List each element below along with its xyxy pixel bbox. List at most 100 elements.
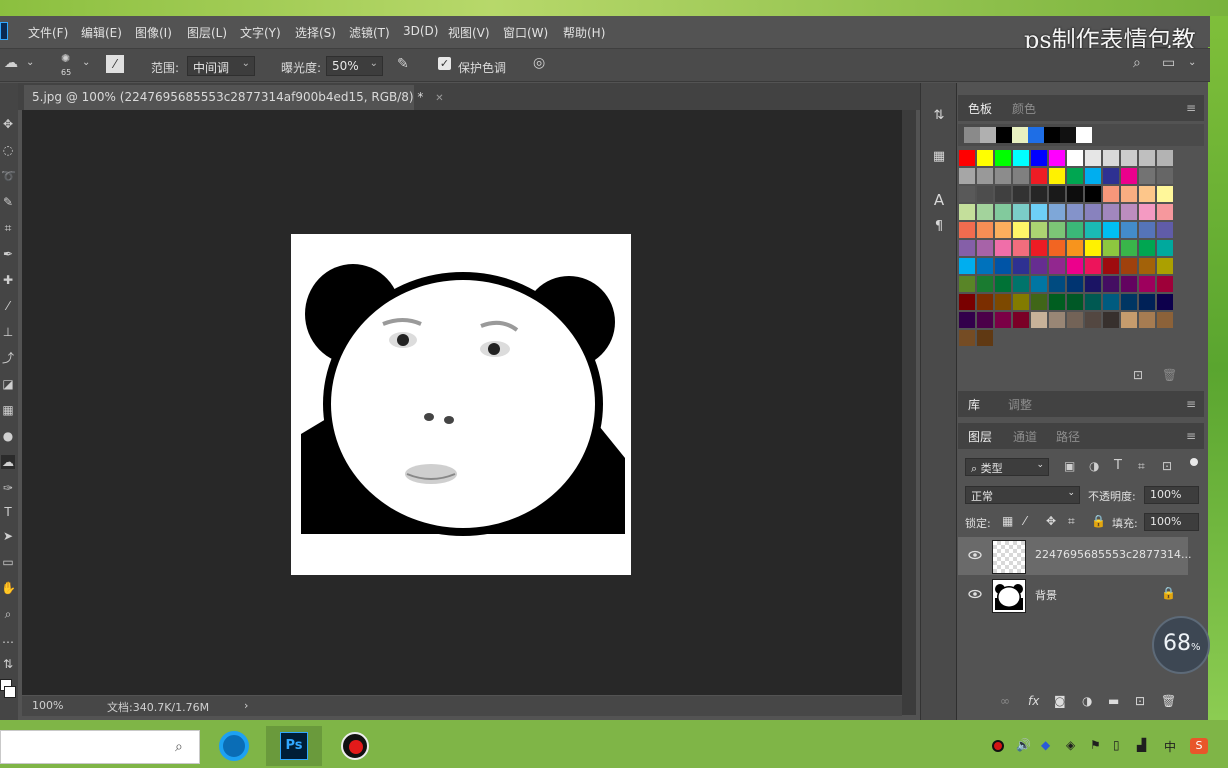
adjustment-layer-icon[interactable]: ◑	[1082, 694, 1092, 708]
color-swatch[interactable]	[1013, 258, 1029, 274]
color-swatch[interactable]	[977, 240, 993, 256]
menu-image[interactable]: 图像(I)	[135, 24, 172, 41]
color-swatch[interactable]	[1157, 204, 1173, 220]
recent-swatch[interactable]	[1060, 127, 1076, 143]
color-swatch[interactable]	[1067, 240, 1083, 256]
color-swatch[interactable]	[1049, 312, 1065, 328]
color-swatch[interactable]	[1049, 222, 1065, 238]
color-swatch[interactable]	[1013, 186, 1029, 202]
exposure-input[interactable]: 50% ⌄	[326, 56, 383, 76]
marquee-tool-icon[interactable]: ◌	[1, 143, 15, 157]
color-swatch[interactable]	[1121, 168, 1137, 184]
zoom-tool-icon[interactable]: ⌕	[1, 607, 15, 621]
color-swatch[interactable]	[977, 150, 993, 166]
hand-tool-icon[interactable]: ✋	[1, 581, 16, 595]
protect-tones-checkbox[interactable]: ✓	[438, 57, 451, 70]
adjustment-layer-filter-icon[interactable]: ◑	[1089, 459, 1099, 473]
color-swatch[interactable]	[977, 222, 993, 238]
color-swatch[interactable]	[1013, 276, 1029, 292]
layer-filter-dropdown[interactable]: ⌕ 类型 ⌄	[965, 458, 1049, 476]
tab-libraries[interactable]: 库	[968, 396, 980, 413]
recent-swatch[interactable]	[1012, 127, 1028, 143]
color-swatch[interactable]	[1121, 294, 1137, 310]
chevron-right-icon[interactable]: ›	[244, 699, 248, 712]
color-swatch[interactable]	[1103, 276, 1119, 292]
color-swatch[interactable]	[1085, 168, 1101, 184]
color-swatch[interactable]	[959, 312, 975, 328]
color-swatch[interactable]	[959, 186, 975, 202]
color-swatch[interactable]	[1085, 312, 1101, 328]
pen-tool-icon[interactable]: ✑	[1, 481, 15, 495]
color-swatch[interactable]	[1085, 258, 1101, 274]
color-swatch[interactable]	[995, 168, 1011, 184]
color-swatch[interactable]	[1121, 276, 1137, 292]
color-swatch[interactable]	[1157, 294, 1173, 310]
flag-icon[interactable]: ⚑	[1090, 738, 1101, 752]
taskbar-search-input[interactable]: ⌕	[0, 730, 200, 764]
color-swatch[interactable]	[1049, 150, 1065, 166]
eraser-tool-icon[interactable]: ◪	[1, 377, 15, 391]
edit-toolbar-icon[interactable]: ⋯	[1, 635, 15, 649]
add-mask-icon[interactable]: ◙	[1054, 694, 1066, 708]
color-swatch[interactable]	[1103, 240, 1119, 256]
layer-row[interactable]: 2247695685553c2877314...	[958, 537, 1192, 575]
color-swatch[interactable]	[959, 222, 975, 238]
color-swatch[interactable]	[1067, 186, 1083, 202]
color-swatch[interactable]	[1013, 150, 1029, 166]
layer-name[interactable]: 2247695685553c2877314...	[1035, 548, 1192, 561]
recent-swatch[interactable]	[1044, 127, 1060, 143]
path-select-tool-icon[interactable]: ➤	[1, 529, 15, 543]
color-swatch[interactable]	[1031, 222, 1047, 238]
visibility-eye-icon[interactable]	[968, 587, 982, 601]
color-swatch[interactable]	[1067, 222, 1083, 238]
shape-layer-filter-icon[interactable]: ⌗	[1138, 459, 1145, 474]
tab-layers[interactable]: 图层	[968, 428, 992, 445]
brush-settings-icon[interactable]: ⁄	[106, 55, 124, 73]
shape-tool-icon[interactable]: ▭	[1, 555, 15, 569]
character-panel-icon[interactable]: A	[929, 191, 949, 209]
stamp-tool-icon[interactable]: ⊥	[1, 325, 15, 339]
color-swatch[interactable]	[1139, 150, 1155, 166]
panel-menu-icon[interactable]: ≡	[1186, 397, 1196, 411]
color-swatch[interactable]	[1049, 186, 1065, 202]
color-swatch[interactable]	[977, 312, 993, 328]
color-swatch[interactable]	[1103, 222, 1119, 238]
color-swatch[interactable]	[1031, 312, 1047, 328]
color-swatch[interactable]	[1067, 168, 1083, 184]
color-swatch[interactable]	[1085, 276, 1101, 292]
move-tool-icon[interactable]: ✥	[1, 117, 15, 131]
crop-tool-icon[interactable]: ⌗	[1, 221, 15, 235]
recent-swatch[interactable]	[1076, 127, 1092, 143]
opacity-input[interactable]: 100%	[1144, 486, 1199, 504]
recent-swatch[interactable]	[1028, 127, 1044, 143]
color-swatch[interactable]	[959, 168, 975, 184]
color-swatch[interactable]	[995, 204, 1011, 220]
recent-swatch[interactable]	[980, 127, 996, 143]
color-swatch[interactable]	[1139, 276, 1155, 292]
color-swatch[interactable]	[959, 240, 975, 256]
color-swatch[interactable]	[995, 258, 1011, 274]
link-layers-icon[interactable]: ∞	[1000, 694, 1010, 708]
color-swatch[interactable]	[977, 258, 993, 274]
color-swatch[interactable]	[1031, 258, 1047, 274]
color-swatch[interactable]	[1139, 240, 1155, 256]
chevron-down-icon[interactable]: ⌄	[26, 57, 34, 68]
color-swatch[interactable]	[1157, 222, 1173, 238]
eyedropper-tool-icon[interactable]: ✒	[1, 247, 15, 261]
color-swatch[interactable]	[959, 294, 975, 310]
lock-position-icon[interactable]: ✥	[1046, 514, 1056, 528]
pixel-layer-filter-icon[interactable]: ▣	[1064, 459, 1075, 473]
lock-transparent-pixels-icon[interactable]: ▦	[1002, 514, 1013, 528]
color-swatch[interactable]	[1085, 222, 1101, 238]
color-swatch[interactable]	[1067, 312, 1083, 328]
swap-colors-icon[interactable]: ⇅	[1, 657, 15, 671]
vertical-scrollbar[interactable]	[902, 110, 916, 715]
lasso-tool-icon[interactable]: ➰	[1, 169, 16, 183]
menu-help[interactable]: 帮助(H)	[563, 24, 605, 41]
color-swatch[interactable]	[1139, 168, 1155, 184]
panel-menu-icon[interactable]: ≡	[1186, 101, 1196, 115]
document-size-info[interactable]: 文档:340.7K/1.76M	[107, 699, 209, 715]
zoom-level[interactable]: 100%	[32, 699, 63, 712]
sponge-tool-icon[interactable]: ☁	[1, 455, 15, 469]
ime-chinese-indicator[interactable]: 中	[1164, 738, 1176, 755]
